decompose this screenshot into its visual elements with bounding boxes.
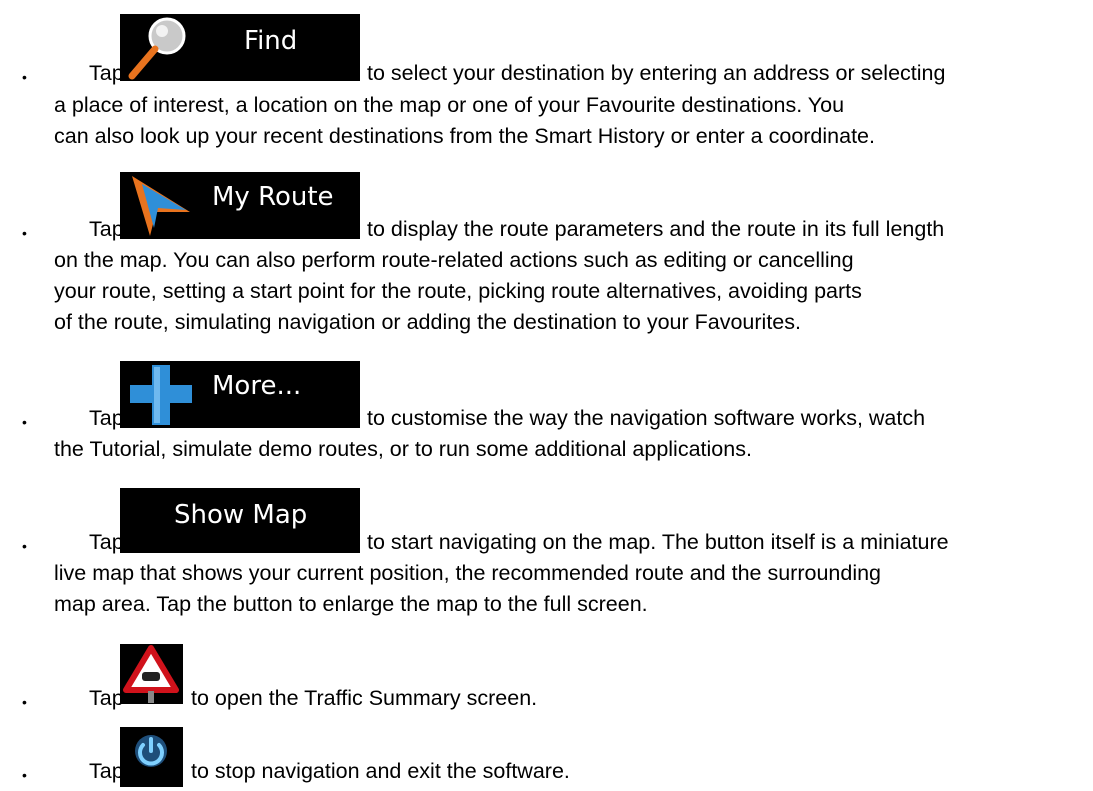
bullet: • <box>22 538 27 554</box>
description-line: map area. Tap the button to enlarge the … <box>54 592 648 616</box>
bullet: • <box>22 694 27 710</box>
description-line: the Tutorial, simulate demo routes, or t… <box>54 437 752 461</box>
power-icon <box>135 735 167 767</box>
exit-button[interactable] <box>120 727 183 787</box>
description-line: to display the route parameters and the … <box>367 217 945 241</box>
description-line: on the map. You can also perform route-r… <box>54 248 854 272</box>
description-line: can also look up your recent destination… <box>54 124 875 148</box>
description-line: live map that shows your current positio… <box>54 561 882 585</box>
plus-icon <box>130 365 192 425</box>
tap-text: Tap <box>89 217 124 241</box>
show-map-button[interactable]: Show Map <box>120 488 360 553</box>
find-button-label: Find <box>244 26 298 56</box>
description-line: to start navigating on the map. The butt… <box>367 530 949 554</box>
show-map-button-label: Show Map <box>174 500 308 530</box>
description-line: to select your destination by entering a… <box>367 61 946 85</box>
description-line: to stop navigation and exit the software… <box>191 759 570 783</box>
my-route-button[interactable]: My Route <box>120 172 360 239</box>
description-line: of the route, simulating navigation or a… <box>54 310 801 334</box>
description-line: your route, setting a start point for th… <box>54 279 862 303</box>
bullet: • <box>22 414 27 430</box>
bullet: • <box>22 69 27 85</box>
tap-text: Tap <box>89 759 124 783</box>
more-button[interactable]: More... <box>120 361 360 428</box>
traffic-warning-icon <box>123 645 179 703</box>
description-line: to open the Traffic Summary screen. <box>191 686 538 710</box>
traffic-summary-button[interactable] <box>120 644 183 704</box>
tap-text: Tap <box>89 61 124 85</box>
more-button-label: More... <box>212 371 302 401</box>
tap-text: Tap <box>89 406 124 430</box>
tap-text: Tap <box>89 530 124 554</box>
tap-text: Tap <box>89 686 124 710</box>
route-arrow-icon <box>132 176 190 236</box>
description-line: to customise the way the navigation soft… <box>367 406 926 430</box>
find-button[interactable]: Find <box>120 14 360 81</box>
bullet: • <box>22 767 27 783</box>
my-route-button-label: My Route <box>212 182 334 212</box>
description-line: a place of interest, a location on the m… <box>54 93 845 117</box>
bullet: • <box>22 225 27 241</box>
magnifier-icon <box>128 17 186 80</box>
